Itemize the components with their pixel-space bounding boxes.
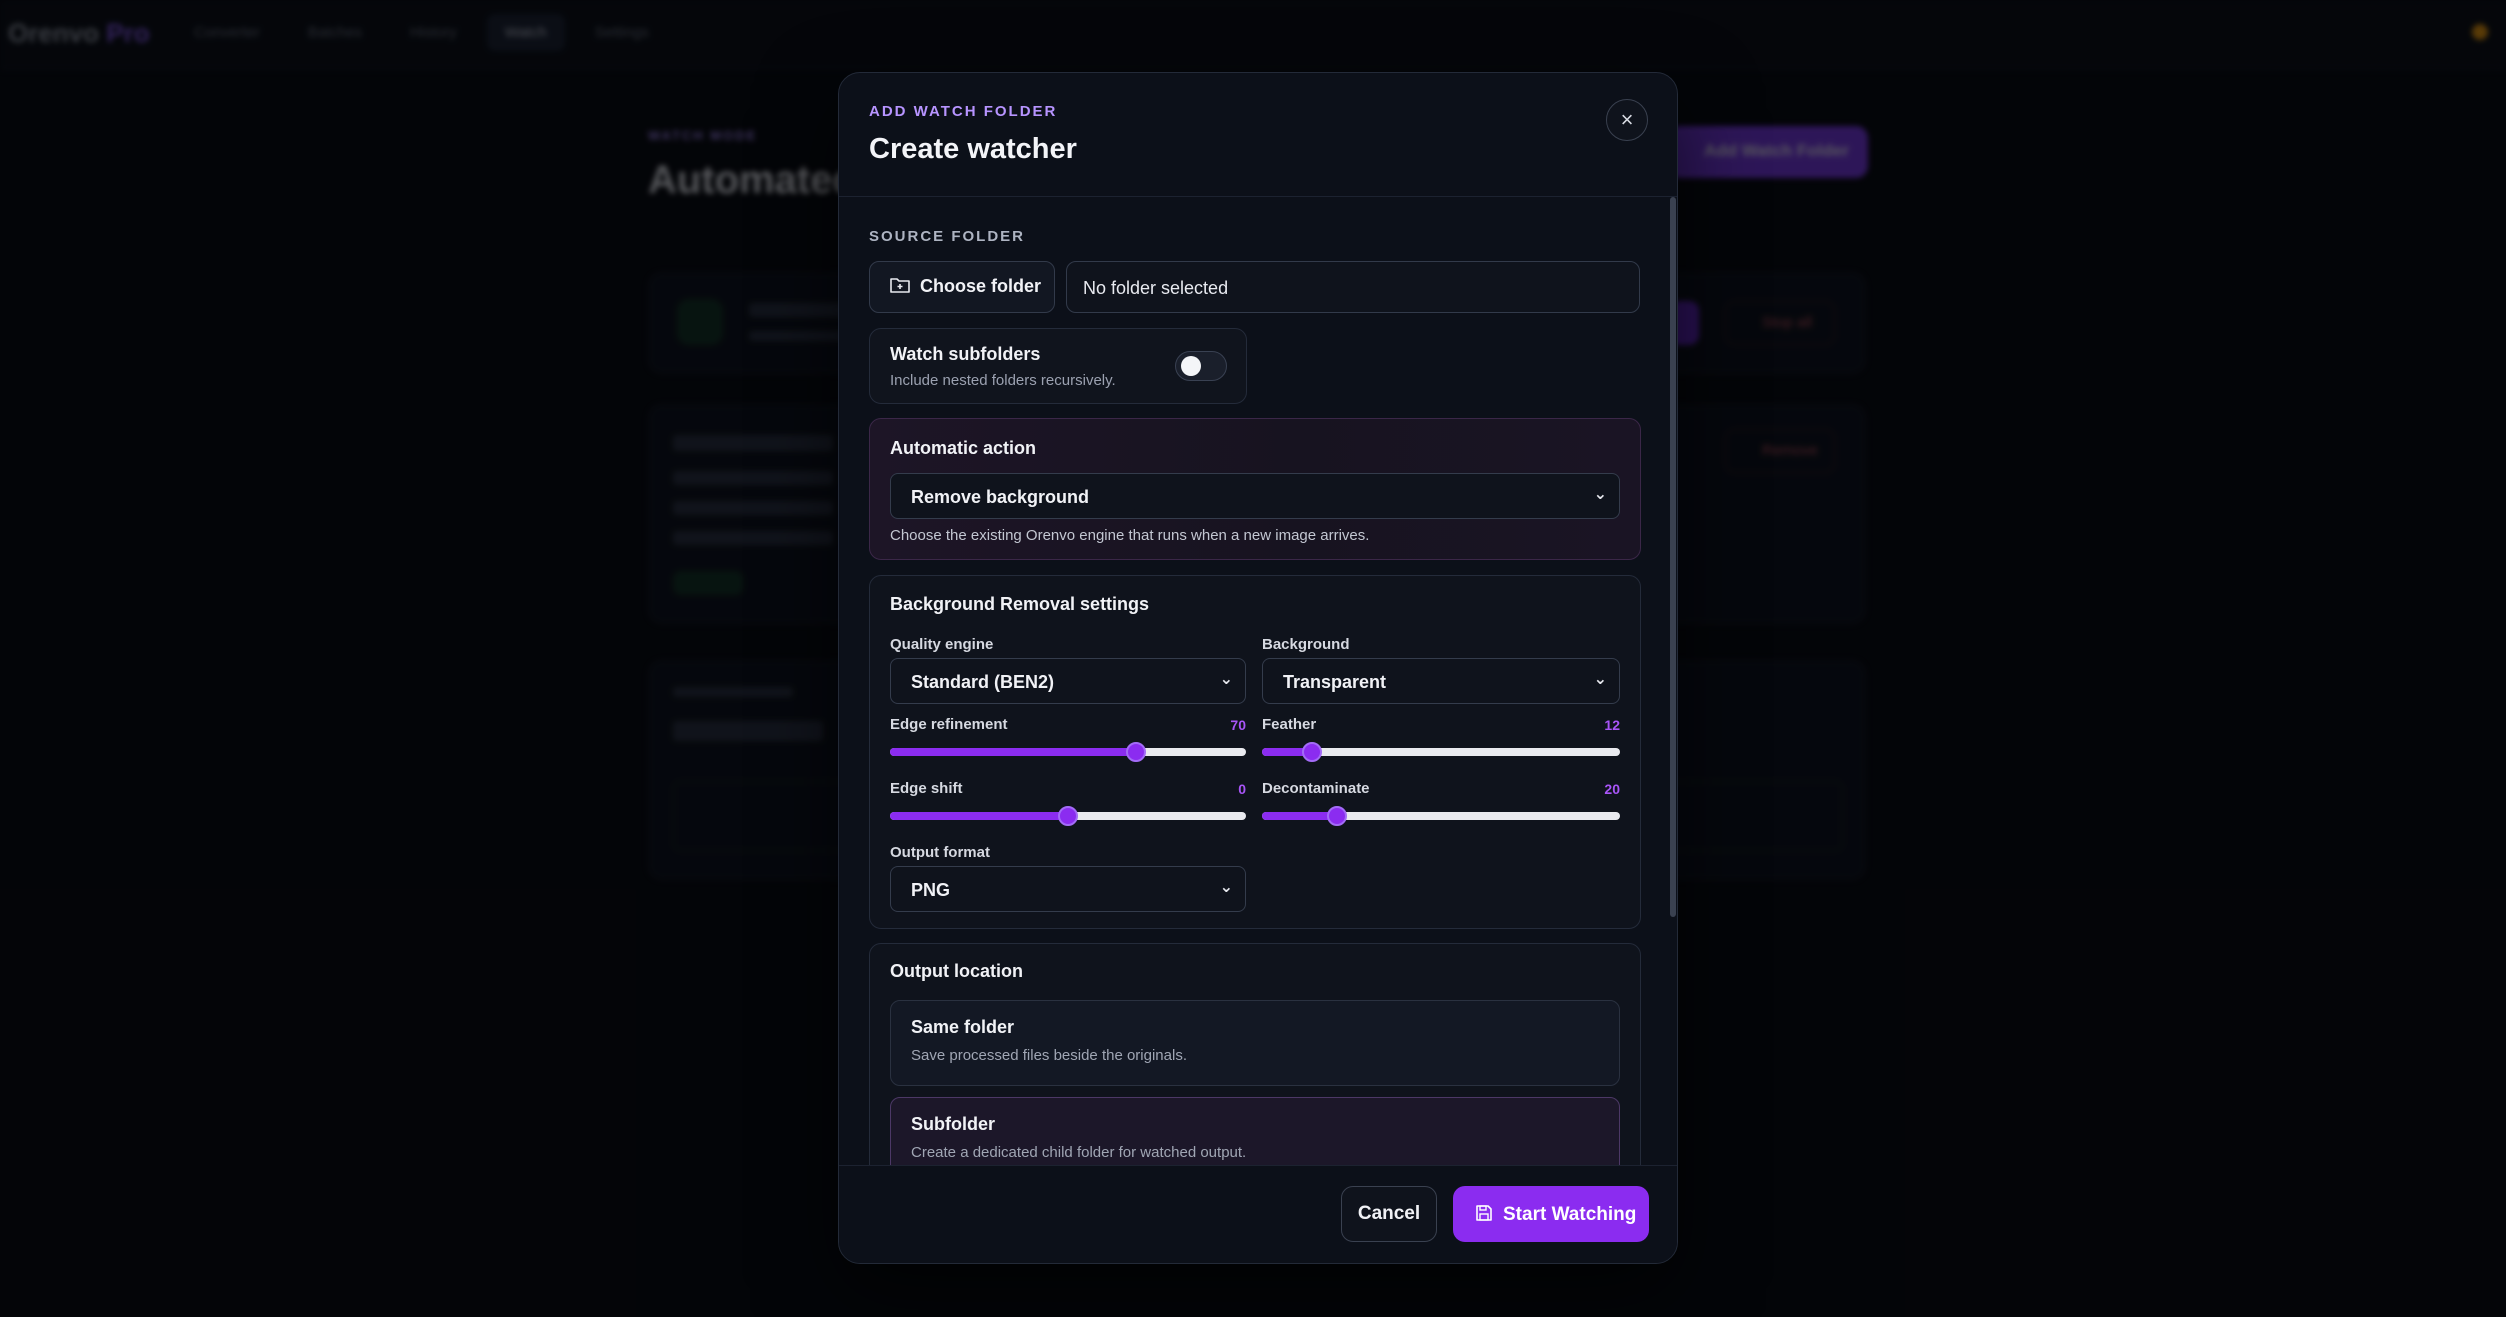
chevron-down-icon: ⌄	[1593, 486, 1607, 503]
output-format-label: Output format	[890, 844, 990, 861]
automatic-action-help: Choose the existing Orenvo engine that r…	[890, 527, 1370, 544]
chevron-down-icon: ⌄	[1219, 879, 1233, 896]
toggle-knob	[1181, 356, 1201, 376]
background-label: Background	[1262, 636, 1350, 653]
close-icon: ×	[1620, 107, 1634, 132]
decontaminate-value: 20	[1604, 781, 1620, 797]
close-button[interactable]: ×	[1606, 99, 1648, 141]
option-desc: Save processed files beside the original…	[911, 1047, 1187, 1064]
modal-scrollbar[interactable]	[1670, 197, 1676, 917]
background-removal-title: Background Removal settings	[890, 594, 1150, 614]
output-format-value: PNG	[911, 880, 951, 900]
quality-engine-label: Quality engine	[890, 636, 994, 653]
quality-engine-value: Standard (BEN2)	[911, 672, 1055, 692]
edge-refinement-value: 70	[1230, 717, 1246, 733]
watch-subfolders-card: Watch subfolders Include nested folders …	[869, 328, 1247, 404]
automatic-action-title: Automatic action	[890, 438, 1037, 458]
option-title: Subfolder	[911, 1114, 995, 1134]
edge-refinement-slider[interactable]	[890, 742, 1246, 762]
option-desc: Create a dedicated child folder for watc…	[911, 1144, 1247, 1161]
slider-fill	[890, 812, 1068, 820]
cancel-button[interactable]: Cancel	[1341, 1186, 1437, 1242]
watch-subfolders-desc: Include nested folders recursively.	[890, 372, 1116, 389]
modal-footer: Cancel Start Watching	[839, 1165, 1677, 1263]
modal-header: ADD WATCH FOLDER Create watcher ×	[839, 73, 1677, 197]
slider-thumb[interactable]	[1327, 806, 1348, 826]
automatic-action-select[interactable]: Remove background ⌄	[890, 473, 1620, 519]
create-watcher-modal: ADD WATCH FOLDER Create watcher × SOURCE…	[838, 72, 1678, 1264]
slider-thumb[interactable]	[1125, 742, 1146, 762]
slider-thumb[interactable]	[1058, 806, 1078, 826]
chevron-down-icon: ⌄	[1593, 671, 1607, 688]
output-format-select[interactable]: PNG ⌄	[890, 866, 1246, 912]
background-removal-card: Background Removal settings Quality engi…	[869, 575, 1641, 929]
quality-engine-select[interactable]: Standard (BEN2) ⌄	[890, 658, 1246, 704]
choose-folder-label: Choose folder	[920, 276, 1042, 296]
decontaminate-label: Decontaminate	[1262, 780, 1370, 797]
automatic-action-card: Automatic action Remove background ⌄ Cho…	[869, 418, 1641, 560]
output-location-title: Output location	[890, 961, 1023, 981]
slider-thumb[interactable]	[1302, 742, 1323, 762]
background-select[interactable]: Transparent ⌄	[1262, 658, 1620, 704]
folder-plus-icon	[890, 278, 910, 293]
edge-refinement-label: Edge refinement	[890, 716, 1008, 733]
modal-title: Create watcher	[869, 133, 1077, 165]
modal-eyebrow: ADD WATCH FOLDER	[869, 103, 1058, 120]
source-folder-label: SOURCE FOLDER	[869, 228, 1026, 245]
watch-subfolders-toggle[interactable]	[1175, 351, 1227, 381]
folder-path-field[interactable]: No folder selected	[1066, 261, 1640, 313]
save-icon	[1476, 1205, 1492, 1221]
feather-slider[interactable]	[1262, 742, 1620, 762]
feather-label: Feather	[1262, 716, 1317, 733]
start-watching-label: Start Watching	[1503, 1204, 1637, 1225]
option-title: Same folder	[911, 1017, 1015, 1037]
chevron-down-icon: ⌄	[1219, 671, 1233, 688]
output-option-same-folder[interactable]: Same folder Save processed files beside …	[890, 1000, 1620, 1086]
output-location-card: Output location Same folder Save process…	[869, 943, 1641, 1203]
edge-shift-value: 0	[1238, 781, 1246, 797]
slider-fill	[1262, 812, 1338, 820]
background-value: Transparent	[1283, 672, 1387, 692]
choose-folder-button[interactable]: Choose folder	[869, 261, 1055, 313]
slider-fill	[890, 748, 1136, 756]
feather-value: 12	[1604, 717, 1620, 733]
decontaminate-slider[interactable]	[1262, 806, 1620, 826]
start-watching-button[interactable]: Start Watching	[1453, 1186, 1649, 1242]
edge-shift-slider[interactable]	[890, 806, 1246, 826]
edge-shift-label: Edge shift	[890, 780, 963, 797]
automatic-action-value: Remove background	[911, 487, 1090, 507]
watch-subfolders-title: Watch subfolders	[890, 344, 1041, 364]
